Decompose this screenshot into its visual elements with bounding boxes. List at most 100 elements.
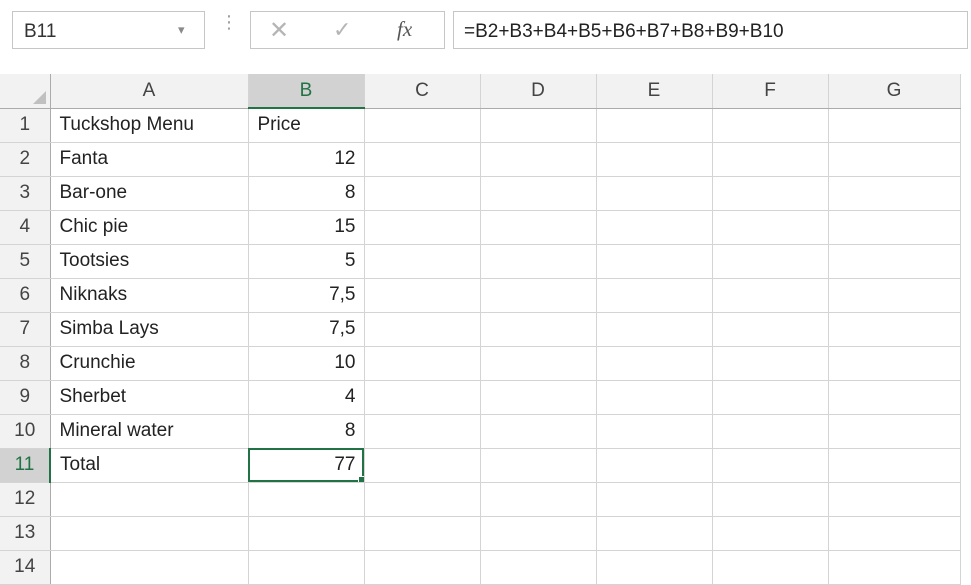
cell-a10[interactable]: Mineral water <box>50 414 249 449</box>
cell-c3[interactable] <box>364 176 481 211</box>
cell-d9[interactable] <box>480 380 597 415</box>
row-header[interactable]: 5 <box>0 244 51 279</box>
cell-d12[interactable] <box>480 482 597 517</box>
row-header[interactable]: 4 <box>0 210 51 245</box>
cell-a1[interactable]: Tuckshop Menu <box>50 108 249 143</box>
cell-d14[interactable] <box>480 550 597 585</box>
row-header[interactable]: 3 <box>0 176 51 211</box>
cell-b1[interactable]: Price <box>248 108 365 143</box>
function-icon[interactable]: fx <box>397 17 412 42</box>
row-header[interactable]: 2 <box>0 142 51 177</box>
cell-g12[interactable] <box>828 482 961 517</box>
cell-c13[interactable] <box>364 516 481 551</box>
cell-g13[interactable] <box>828 516 961 551</box>
cell-b10[interactable]: 8 <box>248 414 365 449</box>
cell-e4[interactable] <box>596 210 713 245</box>
cell-d5[interactable] <box>480 244 597 279</box>
cell-f10[interactable] <box>712 414 829 449</box>
row-header[interactable]: 10 <box>0 414 51 449</box>
cell-e9[interactable] <box>596 380 713 415</box>
cell-b4[interactable]: 15 <box>248 210 365 245</box>
cell-b7[interactable]: 7,5 <box>248 312 365 347</box>
cell-f8[interactable] <box>712 346 829 381</box>
cell-b5[interactable]: 5 <box>248 244 365 279</box>
cell-a12[interactable] <box>50 482 249 517</box>
checkmark-icon[interactable]: ✓ <box>333 17 351 43</box>
cell-f1[interactable] <box>712 108 829 143</box>
column-header-g[interactable]: G <box>828 74 961 109</box>
cell-a4[interactable]: Chic pie <box>50 210 249 245</box>
cell-a3[interactable]: Bar-one <box>50 176 249 211</box>
cell-c10[interactable] <box>364 414 481 449</box>
row-header[interactable]: 13 <box>0 516 51 551</box>
cell-g7[interactable] <box>828 312 961 347</box>
cell-g1[interactable] <box>828 108 961 143</box>
cell-f3[interactable] <box>712 176 829 211</box>
cell-b8[interactable]: 10 <box>248 346 365 381</box>
cell-g14[interactable] <box>828 550 961 585</box>
cell-c6[interactable] <box>364 278 481 313</box>
row-header[interactable]: 12 <box>0 482 51 517</box>
cell-b12[interactable] <box>248 482 365 517</box>
row-header[interactable]: 11 <box>0 448 51 483</box>
cell-a2[interactable]: Fanta <box>50 142 249 177</box>
cell-a9[interactable]: Sherbet <box>50 380 249 415</box>
cell-a14[interactable] <box>50 550 249 585</box>
column-header-e[interactable]: E <box>596 74 713 109</box>
cell-b2[interactable]: 12 <box>248 142 365 177</box>
cell-e2[interactable] <box>596 142 713 177</box>
cell-a6[interactable]: Niknaks <box>50 278 249 313</box>
cell-e14[interactable] <box>596 550 713 585</box>
cell-d10[interactable] <box>480 414 597 449</box>
cell-c12[interactable] <box>364 482 481 517</box>
fill-handle[interactable] <box>357 475 363 481</box>
cell-g2[interactable] <box>828 142 961 177</box>
cell-f9[interactable] <box>712 380 829 415</box>
cell-b14[interactable] <box>248 550 365 585</box>
cell-a5[interactable]: Tootsies <box>50 244 249 279</box>
cell-a8[interactable]: Crunchie <box>50 346 249 381</box>
cell-c2[interactable] <box>364 142 481 177</box>
cell-b11[interactable]: 77 <box>248 448 365 483</box>
cell-b6[interactable]: 7,5 <box>248 278 365 313</box>
cell-f2[interactable] <box>712 142 829 177</box>
cell-d8[interactable] <box>480 346 597 381</box>
cell-a11[interactable]: Total <box>50 448 249 483</box>
name-box[interactable]: B11 ▾ <box>12 11 205 49</box>
row-header[interactable]: 7 <box>0 312 51 347</box>
cell-g6[interactable] <box>828 278 961 313</box>
cell-g8[interactable] <box>828 346 961 381</box>
cell-e8[interactable] <box>596 346 713 381</box>
cell-e12[interactable] <box>596 482 713 517</box>
column-header-a[interactable]: A <box>50 74 249 109</box>
cell-e10[interactable] <box>596 414 713 449</box>
cell-g3[interactable] <box>828 176 961 211</box>
cell-g9[interactable] <box>828 380 961 415</box>
cell-f13[interactable] <box>712 516 829 551</box>
cell-d2[interactable] <box>480 142 597 177</box>
cell-c5[interactable] <box>364 244 481 279</box>
row-header[interactable]: 14 <box>0 550 51 585</box>
cell-d4[interactable] <box>480 210 597 245</box>
cell-d1[interactable] <box>480 108 597 143</box>
cell-d3[interactable] <box>480 176 597 211</box>
row-header[interactable]: 1 <box>0 108 51 143</box>
cell-e3[interactable] <box>596 176 713 211</box>
cell-d7[interactable] <box>480 312 597 347</box>
close-icon[interactable]: ✕ <box>269 16 289 45</box>
cell-g11[interactable] <box>828 448 961 483</box>
splitter-handle-icon[interactable]: ⋮ <box>220 12 238 33</box>
cell-d6[interactable] <box>480 278 597 313</box>
row-header[interactable]: 6 <box>0 278 51 313</box>
cell-e1[interactable] <box>596 108 713 143</box>
cell-f11[interactable] <box>712 448 829 483</box>
chevron-down-icon[interactable]: ▾ <box>178 22 185 38</box>
cell-f5[interactable] <box>712 244 829 279</box>
cell-f14[interactable] <box>712 550 829 585</box>
column-header-d[interactable]: D <box>480 74 597 109</box>
cell-g4[interactable] <box>828 210 961 245</box>
cell-e13[interactable] <box>596 516 713 551</box>
cell-a13[interactable] <box>50 516 249 551</box>
cell-e7[interactable] <box>596 312 713 347</box>
column-header-c[interactable]: C <box>364 74 481 109</box>
